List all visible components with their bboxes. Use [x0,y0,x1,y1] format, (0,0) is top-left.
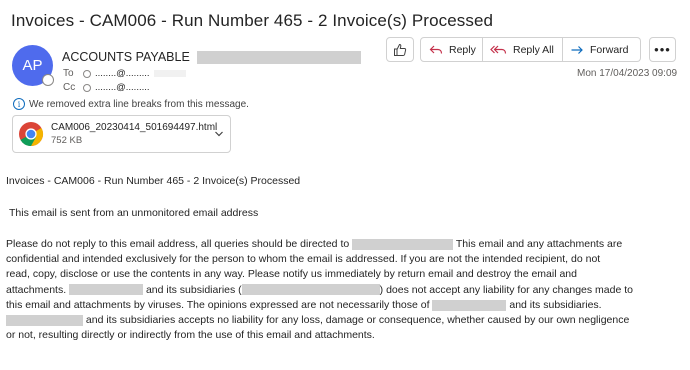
disclaimer-text: This email and any attachments are [453,238,623,250]
email-subject: Invoices - CAM006 - Run Number 465 - 2 I… [11,11,494,30]
cc-recipient[interactable]: ........@......... [95,82,150,93]
to-label: To [63,68,74,79]
chrome-icon [19,122,44,146]
presence-indicator-icon [42,74,54,86]
disclaimer-line: or not, resulting directly or indirectly… [6,329,375,342]
disclaimer-line: and its subsidiaries accepts no liabilit… [6,313,686,328]
reply-all-label: Reply All [513,43,554,56]
disclaimer-text: and its subsidiaries accepts no liabilit… [83,314,630,327]
cc-line: Cc ........@......... [63,82,150,93]
message-toolbar: Reply Reply All Forward ••• [386,37,676,62]
reply-icon [429,45,443,54]
info-icon: i [13,98,25,110]
attachment-name: CAM006_20230414_501694497.html [51,122,218,133]
disclaimer-line: attachments. and its subsidiaries ( ) doe… [6,283,686,298]
disclaimer-text: attachments. [6,283,70,296]
disclaimer-text: ) does not accept any liability for any … [379,283,633,296]
disclaimer-text: and its subsidiaries. [506,298,602,311]
forward-button[interactable]: Forward [563,37,641,62]
disclaimer-line: this email and attachments by viruses. T… [6,298,686,313]
to-recipient[interactable]: ........@......... [95,68,150,79]
to-line: To ........@......... [63,68,186,79]
attachment-size: 752 KB [51,135,83,146]
notice-text[interactable]: We removed extra line breaks from this m… [29,99,249,110]
forward-label: Forward [590,43,629,56]
disclaimer-line: Please do not reply to this email addres… [6,237,686,252]
chevron-down-icon[interactable] [214,129,224,139]
redacted-company [69,284,144,296]
attachment-card[interactable]: CAM006_20230414_501694497.html 752 KB [12,115,231,153]
disclaimer-text: and its subsidiaries ( [143,283,242,296]
redacted-company [241,284,380,296]
disclaimer-paragraph: Please do not reply to this email addres… [6,237,686,343]
line-break-notice: i We removed extra line breaks from this… [13,98,249,110]
recipient-presence-icon [83,69,91,78]
sender-name[interactable]: ACCOUNTS PAYABLE [62,50,190,64]
reply-label: Reply [449,43,476,56]
cc-label: Cc [63,82,76,93]
reply-all-icon [490,45,507,54]
redacted-recipient [153,70,186,77]
disclaimer-text: Please do not reply to this email addres… [6,238,353,250]
reply-button[interactable]: Reply [420,37,483,62]
redacted-contact [352,238,454,250]
forward-arrow-icon [571,45,583,54]
body-line-run: Invoices - CAM006 - Run Number 465 - 2 I… [6,175,301,187]
more-actions-button[interactable]: ••• [649,37,676,62]
like-button[interactable] [386,37,414,62]
disclaimer-text: this email and attachments by viruses. T… [6,298,433,311]
sender-line: ACCOUNTS PAYABLE [62,50,361,64]
thumbs-up-icon [394,43,407,56]
recipient-presence-icon [83,83,91,92]
reply-all-button[interactable]: Reply All [483,37,563,62]
redacted-sender-address [196,50,361,64]
disclaimer-line: read, copy, disclose or use the contents… [6,268,577,281]
sent-date: Mon 17/04/2023 09:09 [577,68,678,79]
redacted-company [6,314,83,326]
redacted-company [432,299,507,311]
body-line-unmonitored: This email is sent from an unmonitored e… [9,207,259,219]
disclaimer-line: confidential and intended exclusively fo… [6,253,601,266]
